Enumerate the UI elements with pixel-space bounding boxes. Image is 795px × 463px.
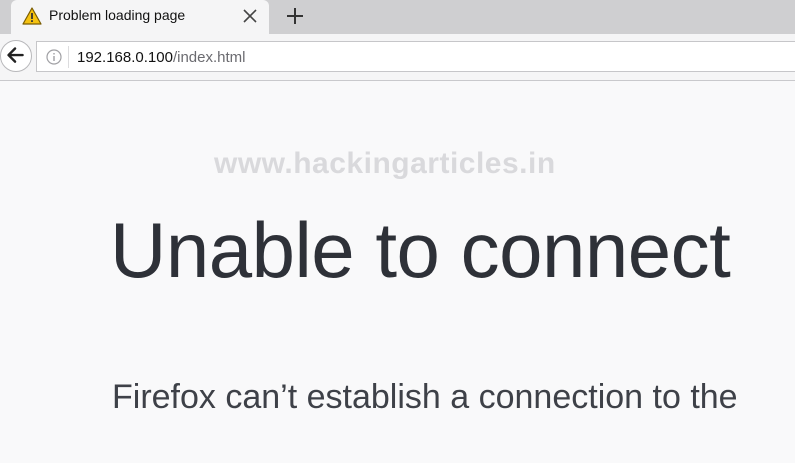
error-title: Unable to connect xyxy=(110,206,731,294)
tab-strip: Problem loading page xyxy=(0,0,795,34)
url-path: /index.html xyxy=(172,49,246,66)
navigation-bar: 192.168.0.100/index.html xyxy=(0,34,795,81)
watermark: www.hackingarticles.in xyxy=(214,147,556,180)
info-icon[interactable] xyxy=(46,49,62,65)
url-separator xyxy=(68,46,69,68)
tab-problem-loading[interactable]: Problem loading page xyxy=(11,0,269,34)
warning-triangle-icon xyxy=(22,7,42,25)
url-host: 192.168.0.100 xyxy=(77,49,173,66)
url-bar[interactable]: 192.168.0.100/index.html xyxy=(36,41,795,72)
plus-icon[interactable] xyxy=(283,4,307,28)
back-arrow-icon xyxy=(7,47,24,63)
tab-title: Problem loading page xyxy=(49,7,186,23)
close-icon[interactable] xyxy=(241,7,259,25)
back-button[interactable] xyxy=(0,40,32,72)
url-text[interactable]: 192.168.0.100/index.html xyxy=(77,49,245,66)
error-description: Firefox can’t establish a connection to … xyxy=(112,378,738,416)
